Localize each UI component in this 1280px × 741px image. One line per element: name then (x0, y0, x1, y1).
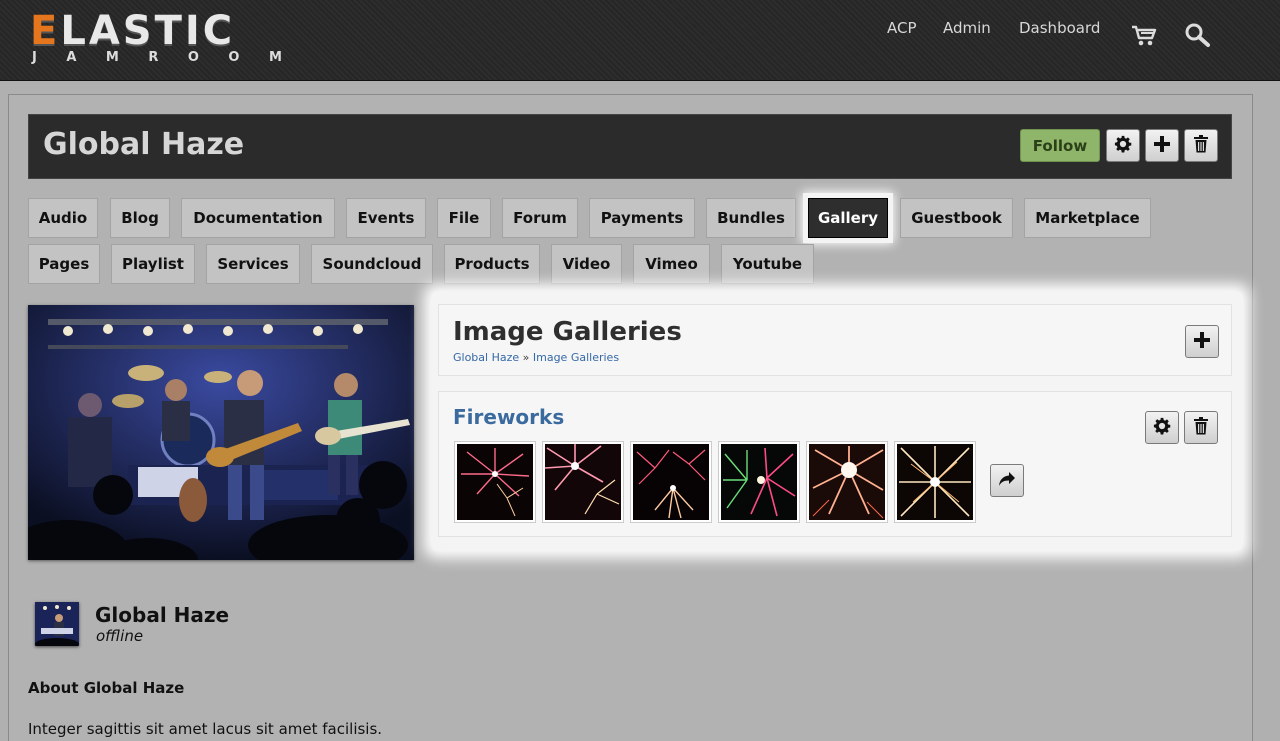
tab-file[interactable]: File (437, 198, 491, 238)
tab-documentation[interactable]: Documentation (181, 198, 335, 238)
tab-services[interactable]: Services (206, 244, 300, 284)
trash-icon (1193, 134, 1209, 157)
tab-video[interactable]: Video (551, 244, 622, 284)
logo-subtitle: JAMROOM (32, 50, 282, 65)
tab-forum[interactable]: Forum (502, 198, 578, 238)
gallery-thumbnail[interactable] (543, 442, 623, 522)
tab-soundcloud[interactable]: Soundcloud (311, 244, 433, 284)
breadcrumb-galleries-link[interactable]: Image Galleries (533, 351, 619, 364)
tab-bundles[interactable]: Bundles (706, 198, 796, 238)
profile-settings-button[interactable] (1106, 129, 1140, 162)
tab-blog[interactable]: Blog (110, 198, 170, 238)
view-gallery-button[interactable] (990, 464, 1024, 497)
tab-products[interactable]: Products (444, 244, 540, 284)
top-bar: ELASTIC JAMROOM ACP Admin Dashboard (0, 0, 1280, 81)
tab-pages[interactable]: Pages (28, 244, 100, 284)
tab-marketplace[interactable]: Marketplace (1024, 198, 1151, 238)
image-galleries-header: Image Galleries Global Haze » Image Gall… (438, 304, 1232, 376)
user-status: offline (96, 627, 144, 645)
tab-audio[interactable]: Audio (28, 198, 98, 238)
profile-title: Global Haze (43, 127, 245, 162)
trash-icon (1193, 416, 1209, 439)
tab-events[interactable]: Events (346, 198, 426, 238)
gallery-thumbnail[interactable] (631, 442, 711, 522)
gallery-delete-button[interactable] (1184, 411, 1218, 444)
tab-playlist[interactable]: Playlist (111, 244, 195, 284)
gallery-thumbnail[interactable] (719, 442, 799, 522)
gallery-title-link[interactable]: Fireworks (453, 405, 564, 429)
about-heading: About Global Haze (28, 679, 185, 697)
tab-vimeo[interactable]: Vimeo (633, 244, 710, 284)
search-icon[interactable] (1184, 22, 1212, 48)
section-title: Image Galleries (453, 317, 682, 347)
gallery-settings-button[interactable] (1145, 411, 1179, 444)
about-text: Integer sagittis sit amet lacus sit amet… (28, 720, 383, 738)
breadcrumb: Global Haze » Image Galleries (453, 351, 620, 364)
create-gallery-button[interactable] (1185, 325, 1219, 358)
tab-payments[interactable]: Payments (589, 198, 695, 238)
follow-button[interactable]: Follow (1020, 129, 1100, 162)
share-arrow-icon (998, 471, 1016, 491)
nav-acp[interactable]: ACP (887, 19, 917, 41)
elastic-jamroom-logo[interactable]: ELASTIC JAMROOM (30, 8, 286, 70)
tab-guestbook[interactable]: Guestbook (900, 198, 1013, 238)
breadcrumb-profile-link[interactable]: Global Haze (453, 351, 519, 364)
gallery-item: Fireworks (438, 391, 1232, 537)
gallery-thumbnail[interactable] (895, 442, 975, 522)
plus-icon (1153, 135, 1171, 157)
tab-gallery[interactable]: Gallery (808, 198, 888, 238)
profile-header: Global Haze Follow (28, 114, 1232, 179)
tab-youtube[interactable]: Youtube (721, 244, 814, 284)
nav-dashboard[interactable]: Dashboard (1019, 19, 1100, 41)
profile-image[interactable] (28, 305, 414, 560)
user-name[interactable]: Global Haze (95, 603, 229, 627)
gallery-thumbnail[interactable] (455, 442, 535, 522)
profile-add-button[interactable] (1145, 129, 1179, 162)
gear-icon (1114, 135, 1132, 157)
cart-icon[interactable] (1130, 22, 1158, 48)
plus-icon (1193, 331, 1211, 353)
gear-icon (1153, 417, 1171, 439)
profile-delete-button[interactable] (1184, 129, 1218, 162)
logo-wordmark: ELASTIC (30, 8, 236, 54)
gallery-thumbnail[interactable] (807, 442, 887, 522)
avatar[interactable] (35, 602, 79, 646)
nav-admin[interactable]: Admin (943, 19, 991, 41)
